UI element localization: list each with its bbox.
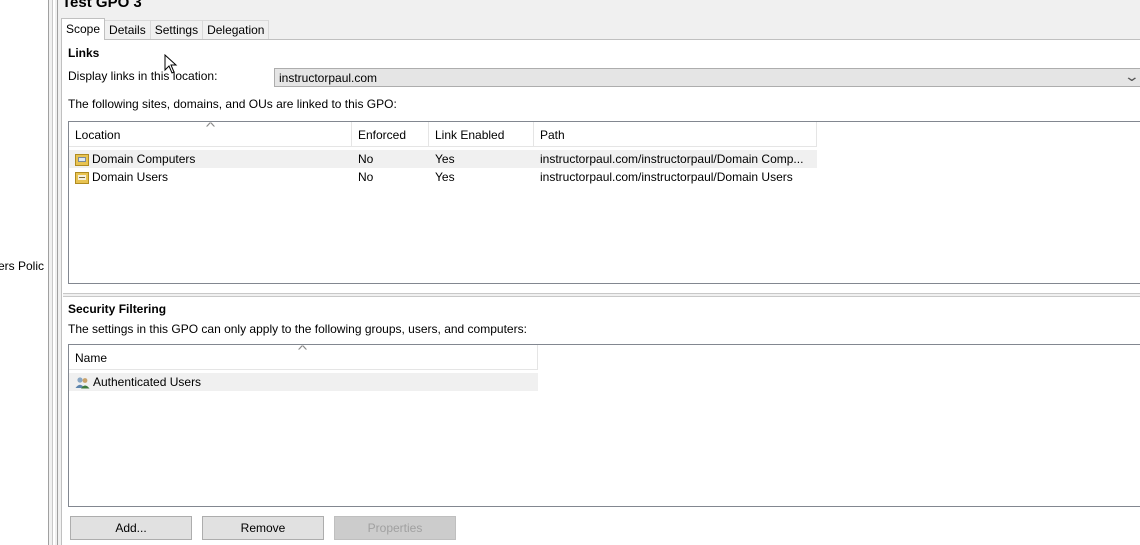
column-link-enabled[interactable]: Link Enabled	[429, 122, 534, 147]
column-name[interactable]: Name ^	[69, 345, 538, 370]
users-group-icon	[75, 376, 90, 391]
sort-ascending-icon: ^	[205, 121, 216, 133]
location-label: Display links in this location:	[68, 69, 218, 83]
tab-settings[interactable]: Settings	[149, 20, 204, 40]
location-cell: Domain Computers	[92, 152, 196, 166]
gpo-details-pane: Test GPO 3 Scope Details Settings Delega…	[58, 0, 1140, 545]
security-filtering-heading: Security Filtering	[68, 302, 167, 316]
mouse-pointer-icon	[164, 54, 178, 74]
column-location[interactable]: Location ^	[69, 122, 352, 147]
links-list[interactable]: Location ^ Enforced Link Enabled Path Do…	[68, 121, 1140, 284]
tab-details[interactable]: Details	[104, 20, 151, 40]
properties-button[interactable]: Properties	[334, 516, 456, 540]
column-label: Location	[75, 128, 121, 142]
enforced-cell: No	[358, 152, 374, 166]
table-row[interactable]: Authenticated Users	[69, 373, 538, 391]
pane-splitter[interactable]	[48, 0, 58, 545]
security-list-header: Name ^	[69, 345, 538, 370]
tab-strip: Scope Details Settings Delegation	[61, 18, 270, 40]
ou-folder-icon	[75, 153, 89, 168]
ou-folder-icon	[75, 171, 89, 186]
path-cell: instructorpaul.com/instructorpaul/Domain…	[540, 152, 804, 166]
links-heading: Links	[68, 46, 100, 60]
location-dropdown[interactable]: instructorpaul.com ⌄	[274, 68, 1140, 87]
add-button[interactable]: Add...	[70, 516, 192, 540]
column-label: Enforced	[358, 128, 407, 142]
column-label: Link Enabled	[435, 128, 505, 142]
column-path[interactable]: Path	[534, 122, 817, 147]
column-label: Name	[75, 351, 108, 365]
links-list-header: Location ^ Enforced Link Enabled Path	[69, 122, 817, 147]
location-cell: Domain Users	[92, 170, 169, 184]
tab-delegation[interactable]: Delegation	[202, 20, 270, 40]
location-dropdown-value: instructorpaul.com	[279, 71, 378, 85]
gpo-title: Test GPO 3	[62, 0, 142, 11]
link-enabled-cell: Yes	[435, 152, 455, 166]
table-row[interactable]: Domain Computers No Yes instructorpaul.c…	[69, 150, 817, 168]
linked-description: The following sites, domains, and OUs ar…	[68, 97, 397, 111]
section-splitter[interactable]	[63, 293, 1140, 297]
table-row[interactable]: Domain Users No Yes instructorpaul.com/i…	[69, 168, 817, 186]
tree-item-label[interactable]: ers Polic	[0, 259, 44, 273]
path-cell: instructorpaul.com/instructorpaul/Domain…	[540, 170, 793, 184]
column-enforced[interactable]: Enforced	[352, 122, 429, 147]
link-enabled-cell: Yes	[435, 170, 455, 184]
security-filtering-list[interactable]: Name ^ Authenticated Users	[68, 344, 1140, 507]
security-filtering-description: The settings in this GPO can only apply …	[68, 322, 527, 336]
tab-scope[interactable]: Scope	[61, 18, 106, 40]
remove-button[interactable]: Remove	[202, 516, 324, 540]
name-cell: Authenticated Users	[93, 375, 202, 389]
sort-ascending-icon: ^	[297, 344, 308, 356]
scope-tab-panel: Links Display links in this location: in…	[61, 39, 1140, 545]
navigation-tree-pane: ers Polic	[0, 0, 48, 545]
chevron-down-icon[interactable]: ⌄	[1124, 68, 1140, 85]
column-label: Path	[540, 128, 565, 142]
enforced-cell: No	[358, 170, 374, 184]
